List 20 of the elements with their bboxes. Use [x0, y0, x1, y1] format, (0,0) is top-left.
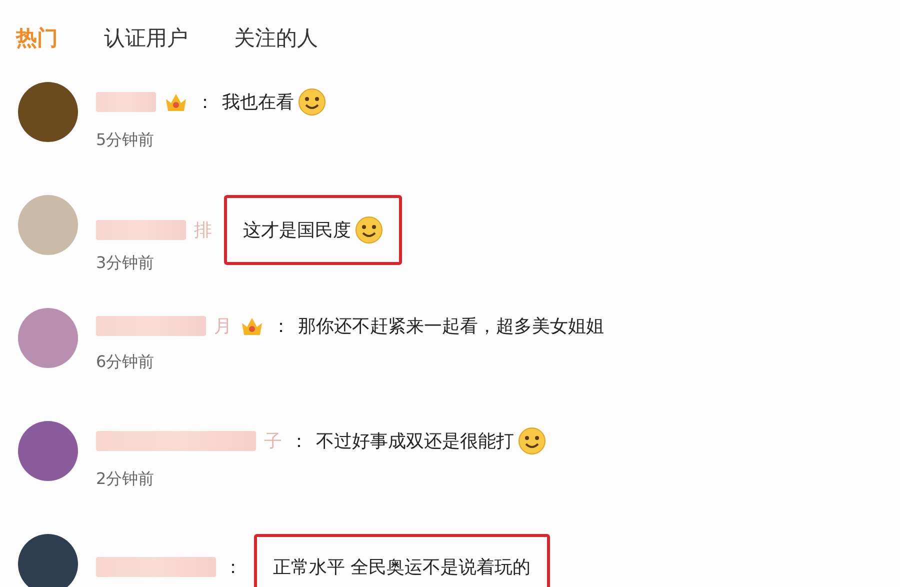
comment-text: 这才是国民度: [243, 219, 351, 242]
colon: ：: [290, 430, 308, 453]
colon: ：: [272, 315, 290, 338]
comment-text: 不过好事成双还是很能打: [316, 430, 514, 453]
timestamp: 5分钟前: [96, 130, 156, 151]
username-fragment: 月: [214, 315, 232, 338]
timestamp: 3分钟前: [96, 253, 156, 274]
colon: ：: [196, 91, 214, 114]
comment-text: 我也在看: [222, 91, 294, 114]
tab[interactable]: 认证用户: [104, 24, 188, 66]
username-fragment: 排: [194, 219, 212, 242]
avatar[interactable]: [18, 534, 78, 587]
colon: ：: [224, 556, 242, 579]
timestamp: 6分钟前: [96, 352, 156, 373]
username-fragment: 子: [264, 430, 282, 453]
tab[interactable]: 关注的人: [234, 24, 318, 66]
comment-text: 正常水平 全民奥运不是说着玩的: [273, 556, 531, 579]
comment-text: 那你还不赶紧来一起看，超多美女姐姐: [298, 315, 604, 338]
timestamp: 2分钟前: [96, 469, 156, 490]
blurred-username: [96, 92, 156, 112]
